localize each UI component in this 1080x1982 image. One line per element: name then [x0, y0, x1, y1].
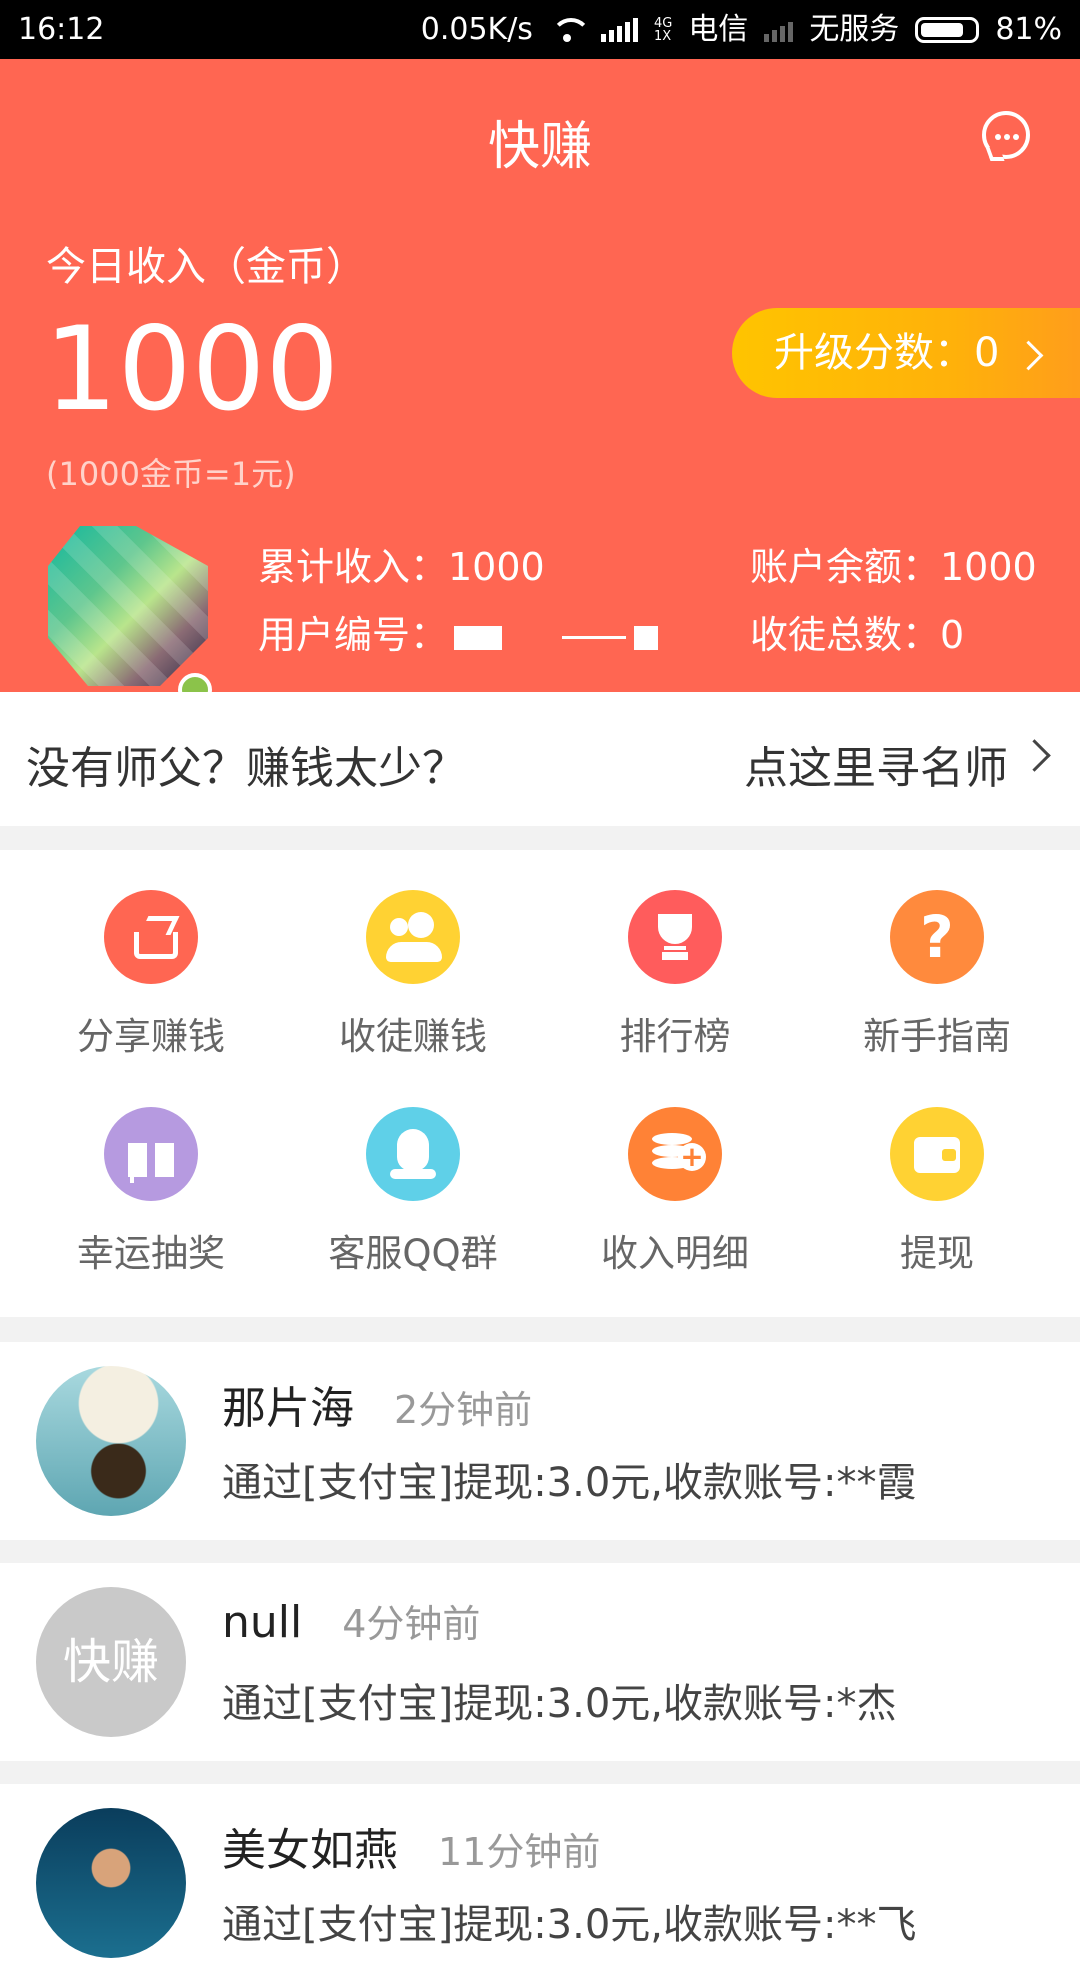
today-income-label: 今日收入（金币） — [46, 244, 366, 290]
feed-time: 2分钟前 — [394, 1388, 533, 1432]
battery-percent: 81% — [995, 12, 1062, 47]
carrier-1: 电信 — [688, 12, 749, 47]
status-bar: 16:12 0.05K/s 4G 1X 电信 无服务 81% — [0, 0, 1080, 59]
list-item[interactable]: 美女如燕 11分钟前 通过[支付宝]提现:3.0元,收款账号:**飞 — [0, 1784, 1080, 1982]
trophy-icon — [628, 890, 722, 984]
chat-dot — [995, 134, 1001, 140]
avatar: 快赚 — [36, 1587, 186, 1737]
list-item[interactable]: 快赚 null 4分钟前 通过[支付宝]提现:3.0元,收款账号:*杰 — [0, 1563, 1080, 1761]
status-right: 0.05K/s 4G 1X 电信 无服务 81% — [421, 0, 1062, 59]
status-time: 16:12 — [18, 12, 105, 47]
recruit-earn-button[interactable]: 收徒赚钱 — [278, 850, 548, 1058]
question-icon: ? — [890, 890, 984, 984]
feed-message: 通过[支付宝]提现:3.0元,收款账号:*杰 — [222, 1681, 897, 1727]
list-item[interactable]: 那片海 2分钟前 通过[支付宝]提现:3.0元,收款账号:**霞 — [0, 1342, 1080, 1540]
feed-message: 通过[支付宝]提现:3.0元,收款账号:**霞 — [222, 1460, 917, 1506]
app-title: 快赚 — [487, 117, 592, 177]
qq-icon — [366, 1107, 460, 1201]
earnings-header: 快赚 今日收入（金币） 1000 (1000金币=1元) 升级分数：0 累计收入… — [0, 59, 1080, 707]
apprentice-count: 收徒总数：0 — [750, 613, 965, 657]
grid-label: 排行榜 — [619, 1015, 731, 1058]
find-mentor-bar[interactable]: 没有师父？赚钱太少？ 点这里寻名师 — [0, 692, 1080, 826]
carrier-2: 无服务 — [809, 12, 900, 47]
avatar[interactable] — [48, 526, 208, 686]
wifi-icon — [549, 17, 591, 42]
gift-icon — [104, 1107, 198, 1201]
chat-dot — [1013, 134, 1019, 140]
feed-user-name: 那片海 — [222, 1383, 354, 1434]
grid-label: 收徒赚钱 — [339, 1015, 487, 1058]
battery-icon — [915, 16, 980, 43]
signal-icon — [600, 17, 638, 42]
coin-rate-note: (1000金币=1元) — [46, 455, 296, 493]
qq-group-button[interactable]: 客服QQ群 — [278, 1067, 548, 1275]
avatar — [36, 1366, 186, 1516]
feed-time: 11分钟前 — [438, 1830, 601, 1874]
income-details-button[interactable]: 收入明细 — [540, 1067, 810, 1275]
find-mentor-link[interactable]: 点这里寻名师 — [744, 732, 1008, 796]
signal-none-icon — [764, 18, 794, 42]
feed-time: 4分钟前 — [342, 1602, 481, 1646]
chevron-right-icon — [1018, 739, 1051, 772]
redacted-line — [562, 636, 627, 639]
chat-bubble-icon[interactable] — [982, 111, 1030, 159]
lucky-draw-button[interactable]: 幸运抽奖 — [16, 1067, 286, 1275]
network-type: 4G 1X — [653, 15, 673, 44]
leaderboard-button[interactable]: 排行榜 — [540, 850, 810, 1058]
grid-label: 收入明细 — [601, 1232, 749, 1275]
net-speed: 0.05K/s — [420, 12, 533, 47]
people-icon — [366, 890, 460, 984]
feed-name-row: null 4分钟前 — [222, 1593, 480, 1648]
user-id-label: 用户编号： — [258, 613, 449, 657]
withdraw-button[interactable]: 提现 — [802, 1067, 1072, 1275]
feed-name-row: 美女如燕 11分钟前 — [222, 1814, 600, 1878]
wallet-icon — [890, 1107, 984, 1201]
feed-message: 通过[支付宝]提现:3.0元,收款账号:**飞 — [222, 1902, 917, 1948]
chevron-right-icon — [1013, 340, 1044, 370]
feed-user-name: 美女如燕 — [222, 1825, 398, 1876]
feed-name-row: 那片海 2分钟前 — [222, 1372, 532, 1436]
avatar — [36, 1808, 186, 1958]
grid-label: 分享赚钱 — [77, 1015, 225, 1058]
today-income-amount: 1000 — [44, 302, 340, 437]
beginner-guide-button[interactable]: ? 新手指南 — [802, 850, 1072, 1058]
total-income: 累计收入：1000 — [258, 545, 545, 589]
share-icon — [104, 890, 198, 984]
feed-user-name: null — [222, 1597, 303, 1648]
grid-label: 提现 — [900, 1232, 974, 1275]
feature-grid: 分享赚钱 收徒赚钱 排行榜 ? 新手指南 幸运抽奖 客服QQ群 收入明细 提现 — [0, 850, 1080, 1317]
account-balance: 账户余额：1000 — [750, 545, 1037, 589]
grid-label: 幸运抽奖 — [77, 1232, 225, 1275]
share-earn-button[interactable]: 分享赚钱 — [16, 850, 286, 1058]
chat-dot — [1004, 134, 1010, 140]
coins-icon — [628, 1107, 722, 1201]
mentor-prompt: 没有师父？赚钱太少？ — [26, 743, 466, 794]
upgrade-score-label: 升级分数：0 — [774, 330, 1000, 376]
upgrade-score-button[interactable]: 升级分数：0 — [732, 308, 1080, 398]
grid-label: 客服QQ群 — [328, 1232, 498, 1275]
user-id: 用户编号： — [258, 604, 659, 659]
battery-level — [921, 22, 964, 37]
grid-label: 新手指南 — [863, 1015, 1011, 1058]
redacted-block — [454, 625, 503, 650]
redacted-block — [634, 625, 659, 650]
